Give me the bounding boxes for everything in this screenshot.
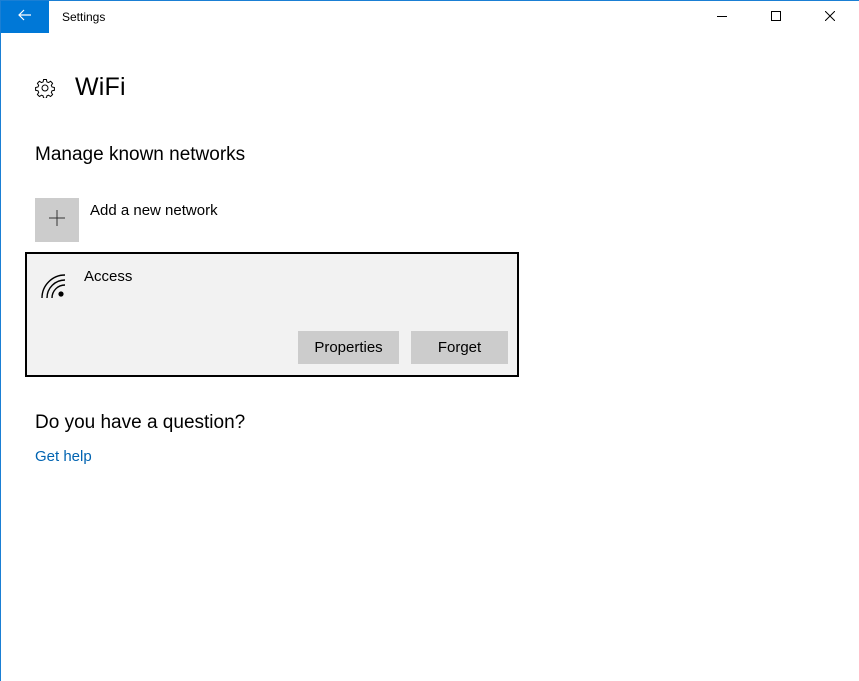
- settings-window: Settings WiFi Manage known networks Add …: [0, 0, 859, 681]
- properties-button[interactable]: Properties: [298, 331, 399, 364]
- add-network-button[interactable]: Add a new network: [35, 198, 218, 242]
- section-title: Manage known networks: [35, 144, 246, 165]
- get-help-link[interactable]: Get help: [35, 448, 92, 465]
- add-network-tile[interactable]: [35, 198, 79, 242]
- page-title: WiFi: [75, 73, 126, 101]
- title-bar: Settings: [1, 1, 859, 33]
- back-button[interactable]: [1, 1, 49, 33]
- minimize-icon: [717, 8, 727, 26]
- gear-icon: [35, 78, 55, 99]
- wifi-signal-icon: [39, 272, 67, 300]
- plus-icon: [49, 209, 65, 231]
- help-question: Do you have a question?: [35, 412, 246, 433]
- forget-button[interactable]: Forget: [411, 331, 508, 364]
- arrow-left-icon: [18, 8, 32, 26]
- network-item-access[interactable]: Access Properties Forget: [25, 252, 519, 377]
- network-name: Access: [84, 268, 133, 285]
- close-button[interactable]: [807, 1, 853, 33]
- add-network-label: Add a new network: [90, 202, 218, 219]
- maximize-button[interactable]: [753, 1, 799, 33]
- window-title: Settings: [62, 10, 106, 24]
- minimize-button[interactable]: [699, 1, 745, 33]
- page-header: WiFi: [35, 73, 126, 102]
- close-icon: [824, 8, 836, 26]
- maximize-icon: [771, 8, 781, 26]
